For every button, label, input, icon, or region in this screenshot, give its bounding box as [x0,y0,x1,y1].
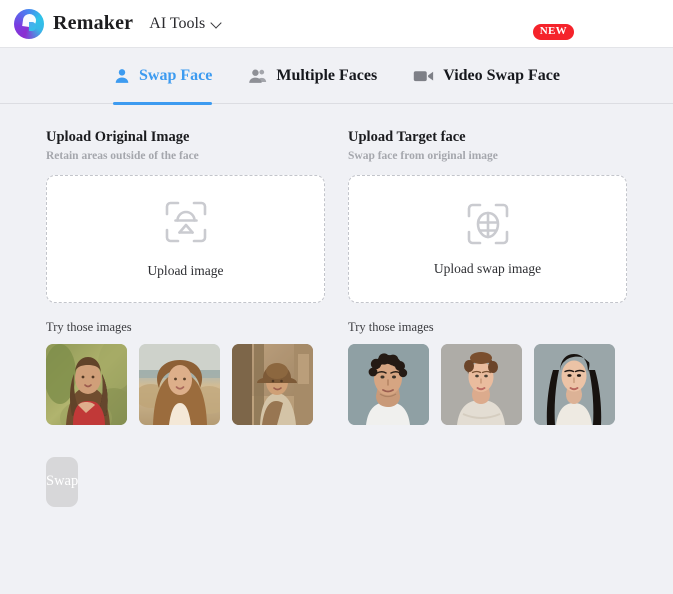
sample-face-2[interactable] [441,343,522,425]
sample-face-1[interactable] [348,343,429,425]
target-face-dropzone[interactable]: Upload swap image [348,174,627,303]
sample-original-1[interactable] [46,343,127,425]
original-try-images-label: Try those images [46,319,132,334]
remaker-swirl-logo[interactable] [14,8,44,39]
original-image-dropzone[interactable]: Upload image [46,174,325,303]
swap-button[interactable]: Swap [46,456,79,507]
status-badge-new: NEW [532,23,574,40]
tab-swap-face[interactable]: Swap Face [113,48,213,105]
person-icon [113,67,131,85]
tab-bar: Swap Face Multiple Faces Video Swap Face… [0,23,673,105]
video-camera-icon [413,68,435,84]
chevron-down-icon [212,18,223,29]
people-icon [248,67,268,85]
ai-tools-menu[interactable]: AI Tools [149,15,223,33]
target-face-column: Upload Target face Swap face from origin… [348,128,627,425]
original-image-column: Upload Original Image Retain areas outsi… [46,128,325,425]
original-panel-subtitle: Retain areas outside of the face [46,150,199,163]
tab-video-swap-face[interactable]: Video Swap Face NEW [413,23,574,104]
brand-name: Remaker [53,12,134,34]
app-header: Remaker AI Tools [0,0,673,48]
face-mesh-scan-icon [464,200,512,253]
tab-multiple-faces[interactable]: Multiple Faces [248,48,377,104]
main-content: Upload Original Image Retain areas outsi… [0,104,673,425]
ai-tools-menu-label: AI Tools [149,14,206,32]
sample-original-2[interactable] [139,343,220,425]
target-sample-thumbnails [348,343,627,425]
sample-face-3[interactable] [534,343,615,425]
target-panel-subtitle: Swap face from original image [348,150,498,163]
sample-original-3[interactable] [232,343,313,425]
tab-multiple-faces-label: Multiple Faces [276,66,378,84]
target-panel-title: Upload Target face [348,129,466,145]
original-panel-title: Upload Original Image [46,129,190,145]
tab-video-swap-face-label: Video Swap Face [443,66,560,84]
face-scan-icon [162,198,210,251]
original-sample-thumbnails [46,343,325,425]
original-dropzone-label: Upload image [147,263,224,278]
target-dropzone-label: Upload swap image [433,261,542,276]
tab-swap-face-label: Swap Face [139,66,213,84]
target-try-images-label: Try those images [348,319,434,334]
upload-columns: Upload Original Image Retain areas outsi… [46,128,627,425]
